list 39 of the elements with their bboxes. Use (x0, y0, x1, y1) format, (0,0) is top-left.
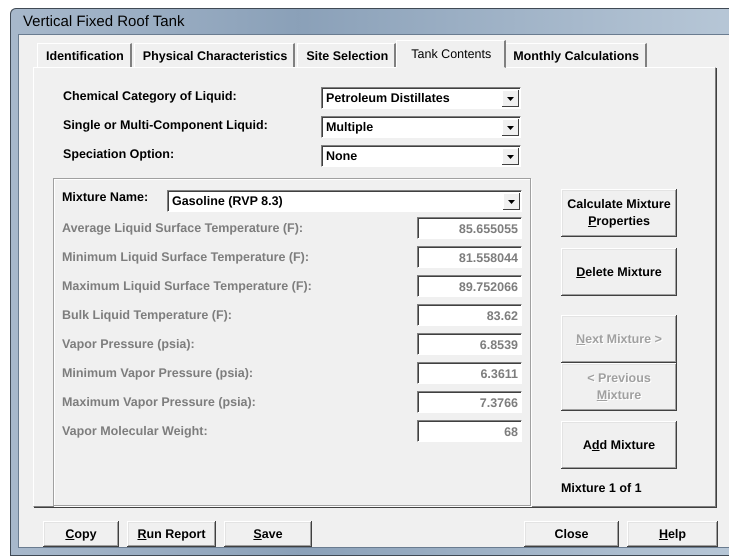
field-label: Vapor Pressure (psia): (62, 336, 196, 351)
dropdown-value: Gasoline (RVP 8.3) (171, 193, 284, 210)
caret-icon (507, 96, 514, 100)
field-label: Mixture Name: (62, 190, 150, 206)
field-label: Maximum Vapor Pressure (psia): (62, 394, 257, 409)
field-label: Vapor Molecular Weight: (62, 423, 209, 438)
tab[interactable]: Tank Contents (396, 40, 506, 68)
dropdown[interactable]: Petroleum Distillates (321, 87, 521, 109)
caret-icon (507, 154, 514, 158)
footer-button[interactable]: Close (524, 521, 619, 547)
footer-button[interactable]: Save (224, 521, 312, 547)
dropdown[interactable]: Gasoline (RVP 8.3) (167, 190, 522, 212)
caret-icon (508, 200, 515, 204)
mixture-button[interactable]: Add Mixture (561, 421, 677, 469)
footer-button[interactable]: Run Report (127, 521, 216, 547)
tab[interactable]: Physical Characteristics (134, 43, 296, 67)
dropdown[interactable]: None (321, 145, 521, 167)
caret-icon (507, 126, 514, 130)
mixture-button[interactable]: Calculate Mixture Properties (561, 189, 677, 237)
dropdown-value: None (325, 148, 358, 165)
tab[interactable]: Monthly Calculations (504, 43, 647, 67)
field-label: Minimum Vapor Pressure (psia): (62, 365, 254, 380)
tab[interactable]: Site Selection (297, 43, 396, 67)
dropdown-value: Petroleum Distillates (325, 90, 451, 107)
field-label: Chemical Category of Liquid: (63, 88, 238, 103)
field-label: Bulk Liquid Temperature (F): (62, 307, 233, 322)
field-label: Maximum Liquid Surface Temperature (F): (62, 278, 313, 293)
field-label: Speciation Option: (63, 146, 176, 161)
footer-button[interactable]: Help (627, 521, 718, 547)
footer-button[interactable]: Copy (43, 521, 119, 547)
field-label: Average Liquid Surface Temperature (F): (62, 220, 304, 235)
dropdown-value: Multiple (325, 119, 374, 136)
tab[interactable]: Identification (37, 43, 132, 67)
field-label: Minimum Liquid Surface Temperature (F): (62, 249, 310, 264)
field-label: Single or Multi-Component Liquid: (63, 117, 269, 132)
dropdown[interactable]: Multiple (321, 116, 521, 138)
window-title: Vertical Fixed Roof Tank (23, 13, 184, 30)
mixture-button[interactable]: Delete Mixture (561, 248, 677, 296)
mixture-counter: Mixture 1 of 1 (561, 481, 643, 495)
